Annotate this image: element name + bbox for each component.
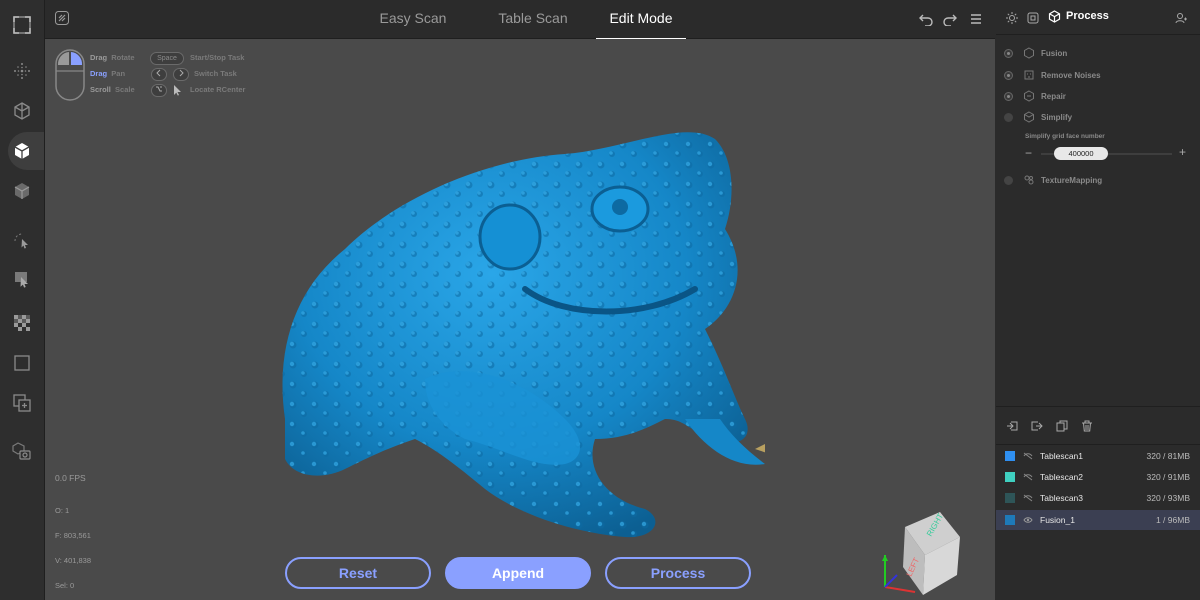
layer-size: 320 / 81MB [1146,451,1190,461]
camera-box-icon[interactable] [0,432,44,470]
layer-name: Tablescan2 [1040,472,1084,482]
prev-key-icon [151,68,167,81]
texture-icon [1024,175,1034,185]
minus-button[interactable]: − [1025,146,1032,160]
drag-key-pan: Drag [90,69,108,78]
locate-label: Locate RCenter [190,85,246,94]
fusion-icon [1024,47,1034,59]
next-key-icon [173,68,189,81]
hidden-eye-icon[interactable] [1023,493,1033,503]
layers-icon[interactable] [1027,11,1039,29]
step-texture-label: TextureMapping [1041,175,1103,185]
top-bar: Easy Scan Table Scan Edit Mode [45,0,995,40]
export-icon[interactable] [1175,11,1187,29]
repair-icon [1024,90,1034,102]
layer-name: Tablescan3 [1040,493,1084,503]
box-select-icon[interactable] [0,344,44,382]
app-logo-icon[interactable] [55,11,69,25]
layer-row-selected[interactable]: Fusion_1 1 / 96MB [996,510,1200,530]
layer-color-swatch[interactable] [1005,493,1015,503]
duplicate-icon[interactable] [1056,419,1068,437]
cursor-icon [173,83,183,101]
step-remove-noises-label: Remove Noises [1041,70,1101,80]
rotate-label: Rotate [111,53,135,62]
step-fusion-label: Fusion [1041,48,1068,58]
start-stop-label: Start/Stop Task [190,53,245,62]
divider [996,406,1200,407]
trash-icon[interactable] [1081,419,1093,437]
layer-color-swatch[interactable] [1005,472,1015,482]
export-layer-icon[interactable] [1031,419,1043,437]
append-button[interactable]: Append [445,557,591,589]
switch-task-label: Switch Task [194,69,237,78]
step-texture-mapping[interactable]: TextureMapping [1004,172,1102,188]
left-toolbar [0,0,45,600]
scanned-model[interactable] [265,119,765,539]
step-simplify[interactable]: Simplify [1004,109,1072,125]
divider-2 [996,444,1200,445]
tab-easy-scan[interactable]: Easy Scan [358,0,468,38]
scroll-key: Scroll [90,85,111,94]
layer-row[interactable]: Tablescan3 320 / 93MB [996,488,1200,508]
layer-name: Fusion_1 [1040,515,1075,525]
simplify-grid-label: Simplify grid face number [1025,133,1105,140]
step-repair-label: Repair [1041,91,1066,101]
tab-table-scan[interactable]: Table Scan [478,0,588,38]
orientation-cube[interactable]: RIGHT LEFT [875,507,965,597]
checker-icon[interactable] [0,304,44,342]
step-remove-noises[interactable]: Remove Noises [1004,67,1101,83]
points-icon[interactable] [0,52,44,90]
mouse-icon [55,49,85,106]
panel-title: Process [1066,10,1109,22]
step-repair[interactable]: Repair [1004,88,1066,104]
selection-count: Sel: 0 [55,581,75,590]
layer-color-swatch[interactable] [1005,451,1015,461]
drag-key: Drag [90,53,108,62]
pan-label: Pan [111,69,126,78]
hidden-eye-icon[interactable] [1023,451,1033,461]
eye-icon[interactable] [1023,515,1033,525]
menu-icon[interactable] [969,12,983,31]
object-count: O: 1 [55,506,70,515]
fps-readout: 0.0 FPS [55,473,86,483]
select-area-icon[interactable] [0,260,44,298]
layer-color-swatch[interactable] [1005,515,1015,525]
step-fusion[interactable]: Fusion [1004,45,1067,61]
step-simplify-label: Simplify [1041,112,1073,122]
shaded-cube-icon[interactable] [0,172,44,210]
tab-edit-mode[interactable]: Edit Mode [596,0,686,40]
option-key-icon [151,84,167,97]
3d-viewport[interactable]: Drag Rotate Drag Pan Scroll Scale Space … [45,39,995,600]
import-icon[interactable] [1006,419,1018,437]
select-cursor-icon[interactable] [0,222,44,260]
layer-row[interactable]: Tablescan2 320 / 91MB [996,467,1200,487]
plus-button[interactable]: + [1179,145,1186,159]
noise-icon [1024,70,1034,80]
space-key: Space [150,52,184,65]
process-button[interactable]: Process [605,557,751,589]
undo-icon[interactable] [919,12,933,31]
reset-button[interactable]: Reset [285,557,431,589]
layer-row[interactable]: Tablescan1 320 / 81MB [996,446,1200,466]
brightness-icon[interactable] [1006,11,1018,29]
redo-icon[interactable] [943,12,957,31]
face-count: F: 803,561 [55,531,91,540]
scale-label: Scale [115,85,135,94]
simplify-value[interactable]: 400000 [1054,147,1108,160]
vertex-count: V: 401,838 [55,556,92,565]
layer-size: 1 / 96MB [1155,515,1190,525]
layer-size: 320 / 93MB [1146,493,1190,503]
wireframe-cube-icon[interactable] [0,92,44,130]
layer-name: Tablescan1 [1040,451,1084,461]
solid-cube-icon[interactable] [0,132,44,170]
fullscreen-icon[interactable] [0,6,44,44]
hidden-eye-icon[interactable] [1023,472,1033,482]
layer-size: 320 / 91MB [1146,472,1190,482]
copy-plus-icon[interactable] [0,384,44,422]
process-panel: Process Fusion Remove Noises Repair Simp… [996,0,1200,600]
simplify-icon [1024,111,1034,123]
process-cube-icon [1048,10,1061,28]
